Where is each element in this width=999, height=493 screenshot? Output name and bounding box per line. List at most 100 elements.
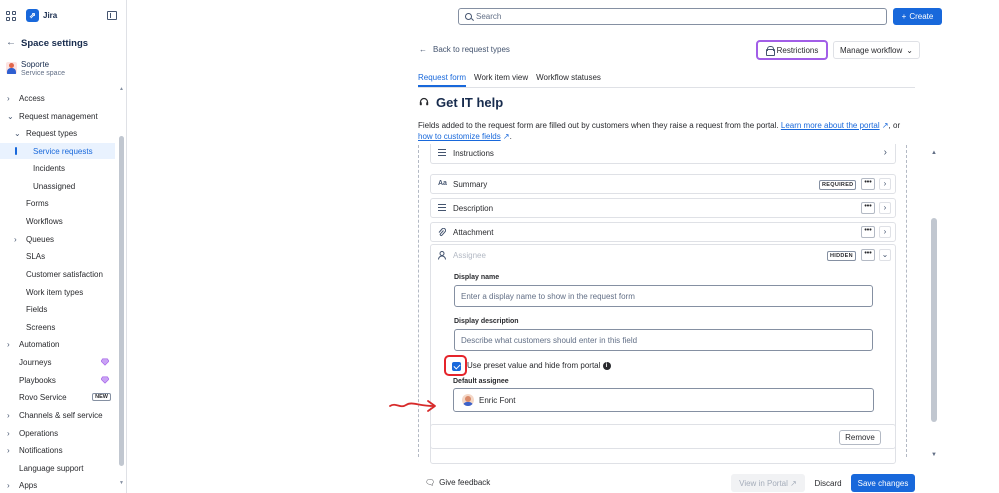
manage-workflow-button[interactable]: Manage workflow ⌄	[833, 41, 920, 59]
sidebar-item-queues[interactable]: › Queues	[0, 231, 115, 247]
search-icon	[465, 13, 472, 20]
sidebar-item-label: Work item types	[26, 287, 84, 297]
sidebar-item-label: Operations	[19, 428, 59, 438]
view-in-portal-button[interactable]: View in Portal ↗	[731, 474, 805, 492]
sidebar-item-request-types[interactable]: ⌄ Request types	[0, 125, 115, 141]
sidebar-item-fields[interactable]: Fields	[0, 301, 115, 317]
jira-logo-icon[interactable]: ⇗	[26, 9, 39, 22]
default-assignee-picker[interactable]: Enric Font	[453, 388, 874, 412]
field-label: Instructions	[453, 149, 494, 158]
field-row-instructions[interactable]: Instructions ›	[430, 144, 896, 164]
sidebar-item-journeys[interactable]: Journeys	[0, 354, 115, 370]
remove-button[interactable]: Remove	[839, 430, 881, 445]
chevron-right-icon[interactable]: ›	[884, 147, 887, 158]
sidebar-item-request-management[interactable]: ⌄ Request management	[0, 108, 115, 124]
display-description-label: Display description	[454, 318, 519, 325]
save-changes-button[interactable]: Save changes	[851, 474, 915, 492]
sidebar-item-forms[interactable]: Forms	[0, 195, 115, 211]
back-arrow-icon[interactable]: ←	[6, 37, 16, 48]
tab-request-form[interactable]: Request form	[418, 73, 467, 87]
sidebar-item-screens[interactable]: Screens	[0, 319, 115, 335]
tab-workflow-statuses[interactable]: Workflow statuses	[536, 73, 601, 87]
create-label: Create	[909, 12, 934, 21]
sidebar-item-label: Request management	[19, 111, 98, 121]
display-description-input[interactable]: Describe what customers should enter in …	[454, 329, 873, 351]
sidebar-item-label: Rovo Service	[19, 392, 67, 402]
give-feedback-link[interactable]: 🗨 Give feedback	[425, 478, 490, 487]
back-arrow-icon: ←	[419, 45, 427, 54]
more-options-button[interactable]: •••	[861, 249, 875, 261]
preset-value-label[interactable]: Use preset value and hide from portal i	[467, 361, 611, 370]
scroll-up-icon[interactable]: ▲	[119, 86, 124, 92]
field-row-summary[interactable]: Aa Summary REQUIRED ••• ›	[430, 174, 896, 194]
sidebar-item-automation[interactable]: › Automation	[0, 336, 115, 352]
sidebar-item-operations[interactable]: › Operations	[0, 425, 115, 441]
scroll-down-icon[interactable]: ▼	[931, 452, 937, 458]
chevron-right-icon[interactable]: ›	[879, 178, 891, 190]
description-text: Fields added to the request form are fil…	[418, 121, 779, 130]
page-title: Get IT help	[436, 95, 504, 110]
more-options-button[interactable]: •••	[861, 202, 875, 214]
avatar	[462, 394, 474, 406]
more-options-button[interactable]: •••	[861, 178, 875, 190]
form-description: Fields added to the request form are fil…	[418, 121, 901, 141]
field-row-attachment[interactable]: Attachment ••• ›	[430, 222, 896, 242]
sidebar-item-unassigned[interactable]: Unassigned	[0, 178, 115, 194]
sidebar-item-workflows[interactable]: Workflows	[0, 213, 115, 229]
hidden-badge: HIDDEN	[827, 251, 856, 261]
form-scrollbar[interactable]	[931, 218, 937, 422]
chevron-down-icon: ⌄	[7, 111, 14, 121]
search-input[interactable]: Search	[458, 8, 887, 25]
sidebar-item-label: Fields	[26, 304, 48, 314]
sidebar-item-access[interactable]: › Access	[0, 90, 115, 106]
customize-fields-link[interactable]: how to customize fields	[418, 132, 501, 141]
chevron-right-icon[interactable]: ›	[879, 226, 891, 238]
chevron-down-icon[interactable]: ⌄	[879, 249, 891, 261]
sidebar-item-label: Forms	[26, 198, 49, 208]
sidebar-item-rovo-service[interactable]: Rovo Service NEW	[0, 389, 115, 405]
sidebar-item-label: Apps	[19, 480, 38, 490]
portal-label: View in Portal	[739, 478, 788, 488]
paperclip-icon	[438, 228, 446, 237]
sidebar-item-customer-satisfaction[interactable]: Customer satisfaction	[0, 266, 115, 282]
discard-button[interactable]: Discard	[809, 474, 847, 492]
tab-bar: Request form Work item view Workflow sta…	[418, 73, 601, 87]
app-name[interactable]: Jira	[43, 11, 57, 20]
learn-more-portal-link[interactable]: Learn more about the portal	[781, 121, 880, 130]
scroll-up-icon[interactable]: ▲	[931, 150, 937, 156]
sidebar-item-label: Language support	[19, 463, 84, 473]
sidebar-item-slas[interactable]: SLAs	[0, 248, 115, 264]
sidebar-item-work-item-types[interactable]: Work item types	[0, 284, 115, 300]
sidebar-item-notifications[interactable]: › Notifications	[0, 442, 115, 458]
back-to-request-types-link[interactable]: ← Back to request types	[419, 45, 510, 54]
tab-work-item-view[interactable]: Work item view	[474, 73, 528, 87]
create-button[interactable]: + Create	[893, 8, 942, 25]
required-badge: REQUIRED	[819, 180, 857, 190]
chevron-down-icon: ⌄	[14, 128, 21, 138]
display-name-input[interactable]: Enter a display name to show in the requ…	[454, 285, 873, 307]
sidebar-item-service-requests[interactable]: Service requests	[0, 143, 115, 159]
new-badge: NEW	[92, 393, 111, 401]
field-row-description[interactable]: Description ••• ›	[430, 198, 896, 218]
restrictions-label: Restrictions	[776, 45, 819, 55]
sidebar-item-language-support[interactable]: Language support	[0, 460, 115, 476]
text-field-icon: Aa	[438, 180, 447, 187]
preset-value-checkbox[interactable]	[452, 362, 461, 371]
person-icon	[438, 251, 446, 260]
chevron-right-icon: ›	[7, 93, 10, 103]
chevron-right-icon[interactable]: ›	[879, 202, 891, 214]
app-switcher-icon[interactable]	[6, 11, 16, 21]
chevron-right-icon: ›	[7, 480, 10, 490]
collapse-sidebar-icon[interactable]	[107, 11, 117, 20]
more-options-button[interactable]: •••	[861, 226, 875, 238]
sidebar-item-apps[interactable]: › Apps	[0, 477, 115, 493]
sidebar-item-playbooks[interactable]: Playbooks	[0, 372, 115, 388]
sidebar-item-incidents[interactable]: Incidents	[0, 160, 115, 176]
scroll-down-icon[interactable]: ▼	[119, 480, 124, 486]
sidebar-scrollbar[interactable]	[119, 136, 124, 466]
info-icon[interactable]: i	[602, 361, 611, 370]
plus-icon: +	[901, 12, 907, 21]
restrictions-button[interactable]: Restrictions	[756, 40, 828, 60]
text-lines-icon	[438, 204, 446, 213]
sidebar-item-channels[interactable]: › Channels & self service	[0, 407, 115, 423]
